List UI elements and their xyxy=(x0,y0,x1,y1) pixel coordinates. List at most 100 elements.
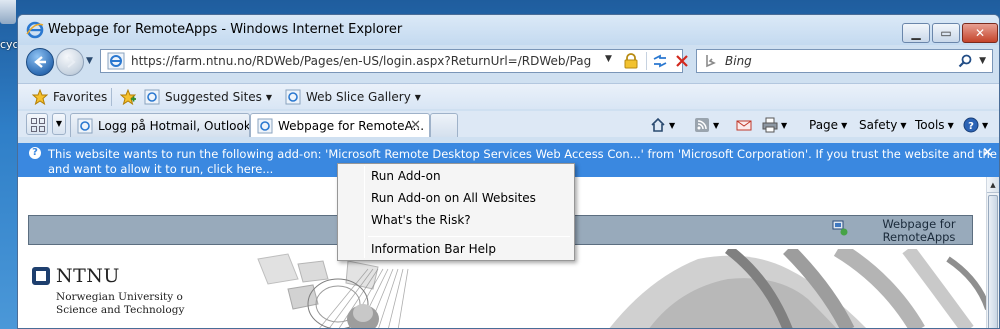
info-bar-close-button[interactable]: × xyxy=(982,145,993,160)
search-input[interactable]: Bing xyxy=(725,54,752,68)
search-options-dropdown[interactable]: ▼ xyxy=(979,56,986,66)
tab-hotmail[interactable]: Logg på Hotmail, Outlook,... xyxy=(70,113,250,137)
suggested-sites-icon xyxy=(144,89,160,105)
chevron-down-icon: ▼ xyxy=(841,120,848,130)
menu-item-whats-the-risk[interactable]: What's the Risk? xyxy=(340,210,572,231)
tab-list-dropdown[interactable]: ▼ xyxy=(52,113,66,135)
stop-icon[interactable] xyxy=(673,52,691,70)
close-icon: ✕ xyxy=(974,26,986,40)
information-icon: ? xyxy=(29,147,41,159)
mail-icon xyxy=(736,120,752,131)
page-header-title: Webpage for RemoteApps xyxy=(882,217,956,244)
info-bar-message-line1[interactable]: This website wants to run the following … xyxy=(48,147,999,161)
printer-icon xyxy=(762,117,778,133)
tab-webpage-for-remoteapps[interactable]: Webpage for RemoteA... ✕ xyxy=(250,113,430,137)
close-tab-icon[interactable]: ✕ xyxy=(410,118,421,133)
favorites-separator xyxy=(111,88,112,106)
close-button[interactable]: ✕ xyxy=(962,23,998,43)
forward-arrow-icon xyxy=(67,56,76,68)
title-bar[interactable]: Webpage for RemoteApps - Windows Interne… xyxy=(18,15,999,45)
search-icon[interactable] xyxy=(958,54,972,68)
ntnu-subtitle-line1: Norwegian University o xyxy=(56,291,183,303)
maximize-button[interactable]: ▭ xyxy=(932,23,960,43)
chevron-down-icon[interactable]: ▼ xyxy=(669,121,675,130)
compatibility-view-icon[interactable] xyxy=(651,52,669,70)
help-button[interactable]: ? ▼ xyxy=(963,116,988,134)
ntnu-logo-name: NTNU xyxy=(56,265,120,287)
navigation-row: ▼ https://farm.ntnu.no/RDWeb/Pages/en-US… xyxy=(18,45,999,79)
home-button[interactable]: ▼ xyxy=(650,116,675,134)
chevron-down-icon: ▼ xyxy=(900,120,907,130)
tab-row: ▼ Logg på Hotmail, Outlook,... Webpage f… xyxy=(18,111,999,137)
info-bar-context-menu: Run Add-on Run Add-on on All Websites Wh… xyxy=(337,163,575,261)
suggested-sites-label: Suggested Sites xyxy=(165,90,262,104)
web-slice-gallery-link[interactable]: Web Slice Gallery ▼ xyxy=(285,88,421,106)
bing-search-provider-icon xyxy=(706,55,716,68)
address-separator xyxy=(646,52,647,70)
chevron-down-icon[interactable]: ▼ xyxy=(713,121,719,130)
tab-label: Logg på Hotmail, Outlook,... xyxy=(98,118,250,133)
help-icon: ? xyxy=(963,117,979,133)
quick-tabs-icon xyxy=(31,118,37,124)
header-collage-image xyxy=(257,249,988,328)
suggested-sites-link[interactable]: Suggested Sites ▼ xyxy=(144,88,272,106)
favorites-star-icon xyxy=(32,89,48,105)
window-title: Webpage for RemoteApps - Windows Interne… xyxy=(48,22,403,37)
ntnu-subtitle-line2: Science and Technology xyxy=(56,304,185,316)
read-mail-button[interactable] xyxy=(736,116,752,134)
add-to-favorites-bar-button[interactable] xyxy=(120,88,141,106)
chevron-down-icon: ▼ xyxy=(414,92,421,102)
address-dropdown[interactable]: ▼ xyxy=(605,54,612,64)
menu-separator xyxy=(368,236,570,237)
home-icon xyxy=(651,117,665,132)
page-menu-label: Page xyxy=(809,118,839,132)
new-tab-button[interactable] xyxy=(430,113,458,137)
desktop-recycle-bin-icon[interactable] xyxy=(0,0,16,24)
tools-menu-label: Tools xyxy=(915,118,945,132)
back-button[interactable] xyxy=(26,48,54,76)
desktop-icon-label: cyc xyxy=(0,38,18,51)
web-slice-gallery-icon xyxy=(285,89,301,105)
ntnu-logo-subtitle: Norwegian University o Science and Techn… xyxy=(56,291,184,317)
security-lock-icon[interactable] xyxy=(624,53,638,69)
search-box[interactable]: Bing ▼ xyxy=(696,49,993,73)
favorites-label: Favorites xyxy=(53,90,108,104)
forward-button[interactable] xyxy=(56,48,84,76)
internet-explorer-icon xyxy=(26,21,44,39)
tab-favicon-icon xyxy=(77,118,93,133)
menu-item-information-bar-help[interactable]: Information Bar Help xyxy=(340,239,572,260)
back-arrow-icon xyxy=(34,56,46,68)
address-bar[interactable]: https://farm.ntnu.no/RDWeb/Pages/en-US/l… xyxy=(100,49,688,73)
page-menu-button[interactable]: Page ▼ xyxy=(809,116,847,134)
favorites-bar: Favorites Suggested Sites ▼ Web Slice Ga… xyxy=(18,83,999,109)
chevron-down-icon[interactable]: ▼ xyxy=(781,121,787,130)
tab-label: Webpage for RemoteA... xyxy=(278,118,425,133)
info-bar-message-line2[interactable]: and want to allow it to run, click here.… xyxy=(48,162,273,176)
scroll-thumb[interactable] xyxy=(988,195,998,328)
quick-tabs-button[interactable] xyxy=(26,113,48,135)
maximize-icon: ▭ xyxy=(940,26,952,40)
tools-menu-button[interactable]: Tools ▼ xyxy=(915,116,954,134)
web-slice-gallery-label: Web Slice Gallery xyxy=(306,90,411,104)
svg-text:?: ? xyxy=(968,121,974,132)
favorites-button[interactable]: Favorites xyxy=(32,88,107,106)
chevron-down-icon: ▼ xyxy=(265,92,273,102)
address-url[interactable]: https://farm.ntnu.no/RDWeb/Pages/en-US/l… xyxy=(131,54,591,68)
tab-favicon-icon xyxy=(257,118,273,133)
scroll-up-button[interactable]: ▲ xyxy=(987,177,999,193)
safety-menu-label: Safety xyxy=(859,118,898,132)
vertical-scrollbar[interactable]: ▲ xyxy=(986,177,999,328)
safety-menu-button[interactable]: Safety ▼ xyxy=(859,116,907,134)
minimize-button[interactable]: ▁ xyxy=(902,23,930,43)
rss-feed-icon xyxy=(695,118,709,132)
menu-item-run-add-on-all-websites[interactable]: Run Add-on on All Websites xyxy=(340,188,572,209)
recent-pages-dropdown[interactable]: ▼ xyxy=(86,56,93,66)
chevron-down-icon: ▼ xyxy=(982,120,989,130)
feeds-button[interactable]: ▼ xyxy=(694,116,719,134)
add-favorite-star-icon xyxy=(120,89,136,105)
menu-item-run-add-on[interactable]: Run Add-on xyxy=(340,166,572,187)
print-button[interactable]: ▼ xyxy=(762,116,787,134)
chevron-down-icon: ▼ xyxy=(947,120,954,130)
minimize-icon: ▁ xyxy=(911,26,921,40)
ntnu-logo-icon xyxy=(32,267,50,285)
